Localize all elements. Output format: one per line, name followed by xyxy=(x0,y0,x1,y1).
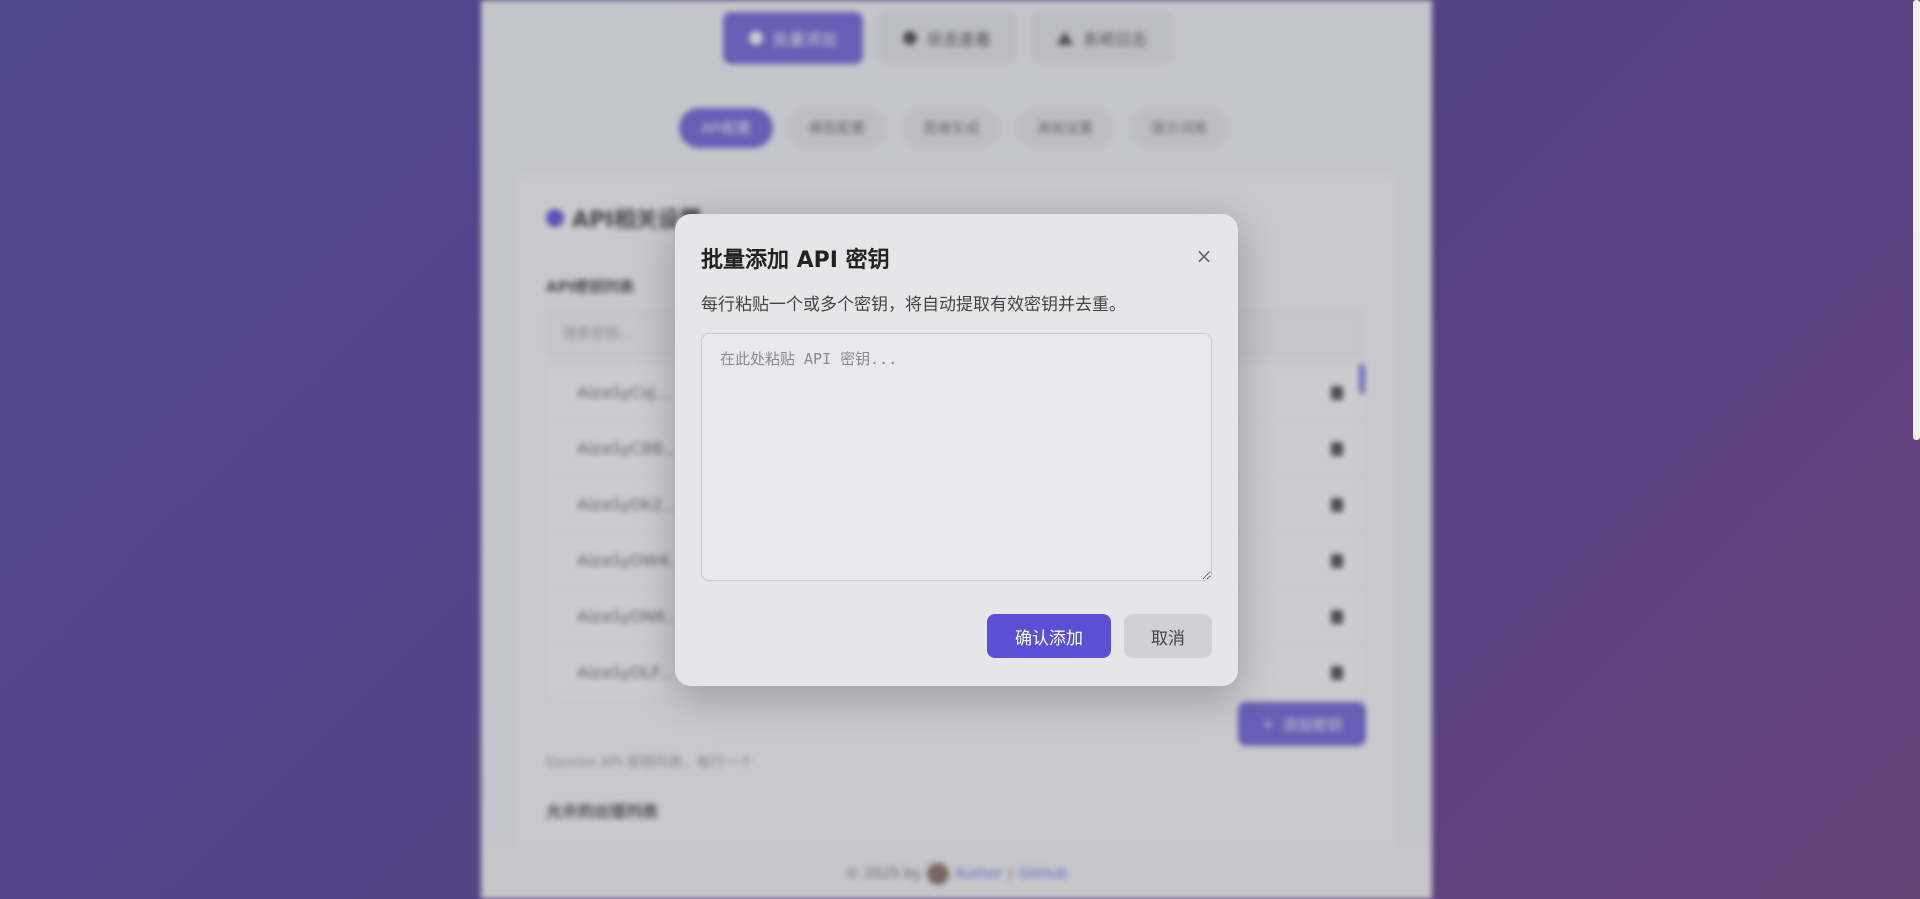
close-icon[interactable]: × xyxy=(1192,244,1216,268)
page-scrollbar[interactable] xyxy=(1913,0,1920,440)
cancel-button[interactable]: 取消 xyxy=(1124,614,1212,658)
api-key-textarea[interactable] xyxy=(701,333,1212,581)
confirm-add-button[interactable]: 确认添加 xyxy=(987,614,1111,658)
bulk-add-modal: 批量添加 API 密钥 × 每行粘贴一个或多个密钥，将自动提取有效密钥并去重。 … xyxy=(675,214,1238,686)
modal-title: 批量添加 API 密钥 xyxy=(701,248,890,273)
modal-description: 每行粘贴一个或多个密钥，将自动提取有效密钥并去重。 xyxy=(701,295,1126,315)
